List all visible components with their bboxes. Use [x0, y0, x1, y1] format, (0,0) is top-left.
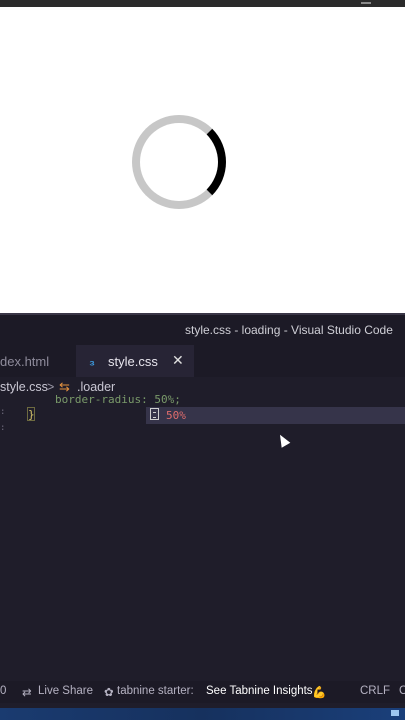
- live-share-button[interactable]: Live Share: [38, 685, 93, 697]
- gutter-marker: :: [0, 407, 6, 417]
- window-control-icon[interactable]: [361, 2, 371, 4]
- closing-brace: }: [27, 407, 35, 421]
- tabnine-icon: ✿: [104, 687, 114, 699]
- tab-label: dex.html: [0, 354, 50, 369]
- code-line: border-radius: 50%;: [55, 393, 181, 406]
- problems-count[interactable]: 0: [0, 685, 6, 697]
- tab-label: style.css: [108, 354, 158, 369]
- line-ending-selector[interactable]: CRLF: [360, 685, 390, 697]
- title-bar: style.css - loading - Visual Studio Code: [0, 315, 405, 345]
- status-bar: 0 ⇄ Live Share ✿ tabnine starter: See Ta…: [0, 681, 405, 703]
- tabnine-insights-link[interactable]: See Tabnine Insights: [206, 685, 313, 697]
- muscle-emoji-icon: 💪: [312, 687, 327, 699]
- tab-style-css[interactable]: ₃ style.css ✕: [76, 345, 194, 377]
- gutter-marker: :: [0, 423, 6, 433]
- breadcrumb-selector[interactable]: .loader: [77, 380, 115, 394]
- tab-index-html[interactable]: dex.html: [0, 345, 76, 377]
- close-icon[interactable]: ✕: [172, 352, 184, 369]
- taskbar-strip: [0, 708, 405, 720]
- chevron-right-icon: >: [47, 380, 55, 394]
- css-file-icon: ₃: [89, 353, 96, 368]
- code-text: border-radius: 50%;: [55, 393, 181, 406]
- window-title: style.css - loading - Visual Studio Code: [185, 323, 393, 337]
- browser-preview: [0, 7, 405, 313]
- vscode-window: style.css - loading - Visual Studio Code…: [0, 313, 405, 708]
- tabnine-status[interactable]: tabnine starter:: [117, 685, 194, 697]
- status-item-truncated[interactable]: C: [399, 685, 405, 697]
- loading-spinner: [132, 115, 226, 209]
- mouse-pointer-icon: [275, 432, 291, 448]
- suggestion-text: 50%: [166, 409, 186, 422]
- tab-bar: dex.html ₃ style.css ✕: [0, 345, 405, 377]
- value-suggestion-icon: [150, 408, 159, 420]
- taskbar-icon[interactable]: [391, 710, 399, 716]
- breadcrumb-file[interactable]: style.css: [0, 380, 48, 394]
- live-share-icon[interactable]: ⇄: [22, 685, 32, 699]
- browser-top-edge: [0, 0, 405, 7]
- code-editor[interactable]: : : border-radius: 50%; } 50%: [0, 393, 405, 681]
- autocomplete-suggestion[interactable]: 50%: [146, 407, 405, 424]
